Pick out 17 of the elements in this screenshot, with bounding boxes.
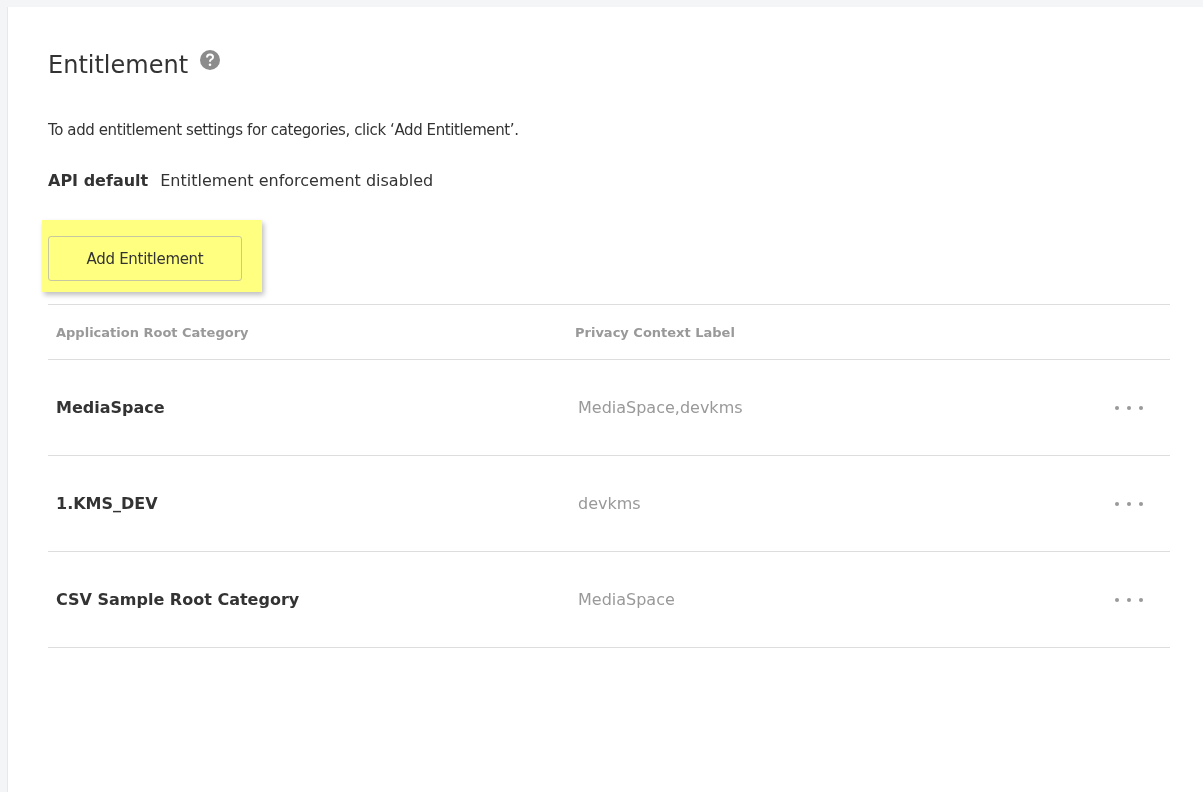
category-cell-text: 1.KMS_DEV [56, 494, 159, 513]
more-icon[interactable] [1114, 500, 1144, 507]
category-cell-text: MediaSpace [56, 398, 166, 417]
more-icon[interactable] [1114, 404, 1144, 411]
add-entitlement-button[interactable]: Add Entitlement [48, 236, 242, 281]
intro-text: To add entitlement settings for categories, click ‘Add Entitlement’. [48, 121, 520, 139]
api-default-value: Entitlement enforcement disabled [160, 171, 434, 190]
api-default-label: API default [48, 171, 149, 190]
help-icon[interactable] [200, 50, 221, 70]
label-cell-text: MediaSpace [577, 590, 676, 609]
column-header: Application Root Category [56, 324, 250, 340]
column-header: Privacy Context Label [575, 324, 736, 340]
page-title: Entitlement [48, 51, 189, 79]
label-cell-text: MediaSpace,devkms [577, 398, 744, 417]
label-cell-text: devkms [577, 494, 642, 513]
category-cell-text: CSV Sample Root Category [56, 590, 301, 609]
more-icon[interactable] [1114, 596, 1144, 603]
